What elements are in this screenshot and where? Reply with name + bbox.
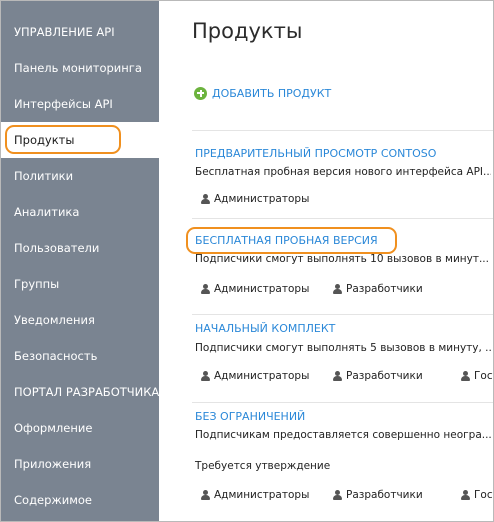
sidebar-section-developer-portal: ПОРТАЛ РАЗРАБОТЧИКА <box>14 385 160 399</box>
main-content: Продукты ДОБАВИТЬ ПРОДУКТ ПРЕДВАРИТЕЛЬНЫ… <box>159 1 493 521</box>
group-administrators: Администраторы <box>200 489 309 501</box>
sidebar-item-content[interactable]: Содержимое <box>1 482 159 518</box>
user-icon <box>332 489 342 501</box>
sidebar-item-groups[interactable]: Группы <box>1 266 159 302</box>
user-icon <box>200 283 210 295</box>
user-icon <box>200 370 210 382</box>
product-item: НАЧАЛЬНЫЙ КОМПЛЕКТ Подписчики смогут вып… <box>192 314 493 402</box>
sidebar-item-notifications[interactable]: Уведомления <box>1 302 159 338</box>
product-name-link[interactable]: НАЧАЛЬНЫЙ КОМПЛЕКТ <box>195 322 335 335</box>
sidebar-item-products[interactable]: Продукты <box>1 122 160 158</box>
user-icon <box>332 283 342 295</box>
product-groups: Администраторы <box>195 193 493 207</box>
window: УПРАВЛЕНИЕ API Панель мониторинга Интерф… <box>0 0 494 522</box>
product-name-link[interactable]: БЕЗ ОГРАНИЧЕНИЙ <box>195 410 305 423</box>
sidebar: УПРАВЛЕНИЕ API Панель мониторинга Интерф… <box>1 1 160 521</box>
group-developers: Разработчики <box>332 370 423 382</box>
sidebar-item-appearance[interactable]: Оформление <box>1 410 159 446</box>
group-label: Разработчики <box>346 489 423 501</box>
group-label: Администраторы <box>214 489 310 501</box>
user-icon <box>332 370 342 382</box>
sidebar-item-policies[interactable]: Политики <box>1 158 159 194</box>
sidebar-item-analytics[interactable]: Аналитика <box>1 194 159 230</box>
group-administrators: Администраторы <box>200 370 309 382</box>
group-developers: Разработчики <box>332 283 423 295</box>
group-label: Разработчики <box>346 283 423 295</box>
divider <box>192 402 493 403</box>
product-description: Подписчикам предоставляется совершенно н… <box>195 429 491 441</box>
add-product-button[interactable]: ДОБАВИТЬ ПРОДУКТ <box>194 85 331 101</box>
product-description: Подписчики смогут выполнять 5 вызовов в … <box>195 342 491 354</box>
divider <box>192 314 493 315</box>
product-groups: Администраторы Разработчики Гости <box>195 370 493 384</box>
product-name-link[interactable]: ПРЕДВАРИТЕЛЬНЫЙ ПРОСМОТР CONTOSO <box>195 147 436 160</box>
product-item: ПРЕДВАРИТЕЛЬНЫЙ ПРОСМОТР CONTOSO Бесплат… <box>192 130 493 218</box>
user-icon <box>460 489 470 501</box>
sidebar-item-applications[interactable]: Приложения <box>1 446 159 482</box>
product-name-link[interactable]: БЕСПЛАТНАЯ ПРОБНАЯ ВЕРСИЯ <box>195 234 378 247</box>
divider <box>192 218 493 219</box>
group-label: Администраторы <box>214 193 310 205</box>
user-icon <box>200 193 210 205</box>
group-guests: Гости <box>460 370 493 382</box>
group-label: Гости <box>474 370 493 382</box>
add-circle-icon <box>194 86 207 100</box>
group-label: Администраторы <box>214 370 310 382</box>
product-groups: Администраторы Разработчики Гости <box>195 489 493 503</box>
add-product-label: ДОБАВИТЬ ПРОДУКТ <box>212 86 332 100</box>
sidebar-item-users[interactable]: Пользователи <box>1 230 159 266</box>
product-item: БЕЗ ОГРАНИЧЕНИЙ Подписчикам предоставляе… <box>192 402 493 521</box>
user-icon <box>200 489 210 501</box>
user-icon <box>460 370 470 382</box>
sidebar-item-dashboard[interactable]: Панель мониторинга <box>1 50 159 86</box>
group-administrators: Администраторы <box>200 193 309 205</box>
product-description: Бесплатная пробная версия нового интерфе… <box>195 166 491 178</box>
approval-required-text: Требуется утверждение <box>195 460 331 472</box>
group-label: Разработчики <box>346 370 423 382</box>
group-guests: Гости <box>460 489 493 501</box>
group-developers: Разработчики <box>332 489 423 501</box>
sidebar-item-security[interactable]: Безопасность <box>1 338 159 374</box>
product-groups: Администраторы Разработчики <box>195 283 493 297</box>
group-administrators: Администраторы <box>200 283 309 295</box>
divider <box>192 130 493 131</box>
group-label: Администраторы <box>214 283 310 295</box>
sidebar-item-apis[interactable]: Интерфейсы API <box>1 86 159 122</box>
page-title: Продукты <box>192 19 303 43</box>
product-item: БЕСПЛАТНАЯ ПРОБНАЯ ВЕРСИЯ Подписчики смо… <box>192 218 493 314</box>
group-label: Гости <box>474 489 493 501</box>
product-description: Подписчики смогут выполнять 10 вызовов в… <box>195 253 489 265</box>
sidebar-section-api-management: УПРАВЛЕНИЕ API <box>14 25 115 39</box>
